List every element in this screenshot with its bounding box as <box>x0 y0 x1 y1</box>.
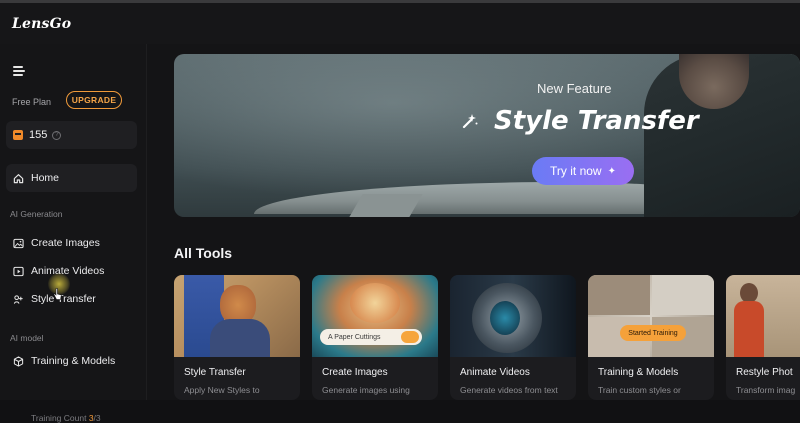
tool-desc: Generate videos from text <box>460 385 558 395</box>
sidebar-item-create-images[interactable]: Create Images <box>6 229 137 257</box>
hero-banner[interactable]: New Feature Style Transfer Try it now ✦ <box>174 54 800 217</box>
hero-title: Style Transfer <box>494 106 699 136</box>
tool-name: Style Transfer <box>184 367 246 378</box>
main-content: New Feature Style Transfer Try it now ✦ … <box>147 44 800 400</box>
pointer-cursor-icon <box>53 288 62 300</box>
tool-card-restyle-photo[interactable]: Restyle Phot Transform imag <box>726 275 800 400</box>
tool-card-create-images[interactable]: A Paper Cuttings Create Images Generate … <box>312 275 438 400</box>
section-label-ai-generation: AI Generation <box>10 209 63 219</box>
app-logo[interactable]: LensGo <box>12 16 71 32</box>
style-transfer-icon <box>12 293 24 305</box>
tool-image-restyle-photo <box>726 275 800 357</box>
tool-desc: Transform imag <box>736 385 796 395</box>
sidebar-item-home[interactable]: Home <box>6 164 137 192</box>
prompt-input-preview: A Paper Cuttings <box>320 329 422 345</box>
tool-image-animate-videos <box>450 275 576 357</box>
tool-card-style-transfer[interactable]: Style Transfer Apply New Styles to <box>174 275 300 400</box>
cube-icon <box>12 355 24 367</box>
training-count-label: Training Count <box>31 413 87 423</box>
section-label-ai-model: AI model <box>10 333 44 343</box>
sidebar-item-label: Training & Models <box>31 355 116 367</box>
sparkle-icon: ✦ <box>607 165 616 177</box>
sidebar: Free Plan UPGRADE 155 ? Home AI Generati… <box>0 44 147 423</box>
hero-tag: New Feature <box>537 81 612 96</box>
sidebar-item-training-models[interactable]: Training & Models <box>6 347 137 375</box>
tool-desc: Apply New Styles to <box>184 385 260 395</box>
credits-count: 155 <box>29 129 48 141</box>
training-count-total: /3 <box>93 413 101 423</box>
tool-name: Create Images <box>322 367 388 378</box>
sidebar-item-label: Animate Videos <box>31 265 105 277</box>
training-count: Training Count 3/3 <box>31 413 101 423</box>
tool-card-training-models[interactable]: Started Training Training & Models Train… <box>588 275 714 400</box>
tool-image-training-models: Started Training <box>588 275 714 357</box>
home-icon <box>12 172 24 184</box>
sidebar-item-label: Style Transfer <box>31 293 96 305</box>
collapse-menu-icon[interactable] <box>11 64 27 78</box>
sidebar-item-label: Home <box>31 172 60 184</box>
tool-desc: Generate images using <box>322 385 410 395</box>
tool-name: Training & Models <box>598 367 679 378</box>
sidebar-item-animate-videos[interactable]: Animate Videos <box>6 257 137 285</box>
upgrade-button[interactable]: UPGRADE <box>66 91 122 109</box>
credits-box: 155 ? <box>6 121 137 149</box>
info-icon[interactable]: ? <box>52 130 62 140</box>
tool-image-style-transfer <box>174 275 300 357</box>
sidebar-item-style-transfer[interactable]: Style Transfer <box>6 285 137 313</box>
tool-name: Animate Videos <box>460 367 530 378</box>
all-tools-heading: All Tools <box>174 245 233 261</box>
send-icon <box>401 331 419 343</box>
magic-wand-icon <box>462 114 478 129</box>
hero-title-row: Style Transfer <box>460 106 699 136</box>
sidebar-item-label: Create Images <box>31 237 100 249</box>
tool-name: Restyle Phot <box>736 367 793 378</box>
video-play-icon <box>12 265 24 277</box>
prompt-text: A Paper Cuttings <box>328 333 381 341</box>
tool-image-create-images: A Paper Cuttings <box>312 275 438 357</box>
top-bar: LensGo <box>0 0 800 44</box>
tool-card-animate-videos[interactable]: Animate Videos Generate videos from text <box>450 275 576 400</box>
plan-label: Free Plan <box>12 97 52 107</box>
try-it-now-button[interactable]: Try it now ✦ <box>532 157 634 185</box>
image-icon <box>12 237 24 249</box>
credits-icon <box>13 130 23 140</box>
started-training-badge: Started Training <box>620 325 686 341</box>
try-it-now-label: Try it now <box>550 164 602 178</box>
tool-desc: Train custom styles or <box>598 385 681 395</box>
